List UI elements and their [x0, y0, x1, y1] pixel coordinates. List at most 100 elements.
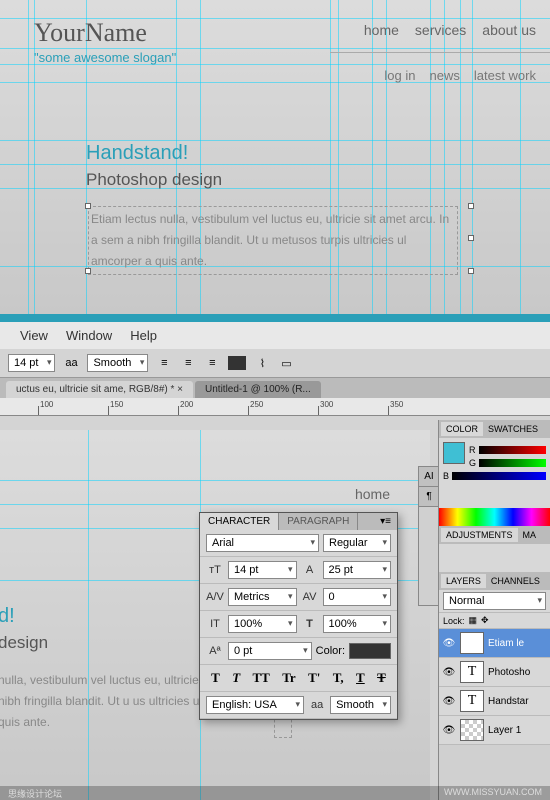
- color-panel: R G B: [439, 438, 550, 508]
- aa-icon: aa: [308, 699, 326, 711]
- strikethrough[interactable]: Ŧ: [377, 670, 386, 686]
- nav-home-2[interactable]: home: [355, 486, 390, 502]
- visibility-icon[interactable]: 👁: [442, 725, 456, 736]
- watermark-footer: 思缘设计论坛 WWW.MISSYUAN.COM: [0, 786, 550, 800]
- align-center-icon[interactable]: ≡: [180, 355, 196, 371]
- tab-masks[interactable]: MA: [518, 528, 542, 542]
- font-weight-dropdown[interactable]: Regular: [323, 534, 391, 552]
- layer-name[interactable]: Photosho: [488, 667, 530, 678]
- nav-about[interactable]: about us: [482, 22, 536, 38]
- visibility-icon[interactable]: 👁: [442, 696, 456, 707]
- layer-thumb: T: [460, 632, 484, 654]
- nav-services[interactable]: services: [415, 22, 466, 38]
- blend-mode-dropdown[interactable]: Normal: [443, 592, 546, 610]
- lock-pixels-icon[interactable]: ▦: [469, 615, 478, 626]
- subscript[interactable]: T,: [333, 670, 344, 686]
- options-bar: 14 pt aa Smooth ≡ ≡ ≡ ⌇ ▭: [0, 349, 550, 378]
- doc-tab-untitled[interactable]: Untitled-1 @ 100% (R...: [195, 381, 321, 398]
- layer-name[interactable]: Etiam le: [488, 638, 524, 649]
- document-tabs: uctus eu, ultricie sit ame, RGB/8#) * × …: [0, 378, 550, 398]
- panel-toggle-icon[interactable]: ▭: [278, 355, 294, 371]
- faux-italic[interactable]: T: [232, 670, 240, 686]
- g-label: G: [469, 458, 476, 468]
- g-slider[interactable]: [479, 459, 546, 467]
- align-right-icon[interactable]: ≡: [204, 355, 220, 371]
- baseline-field[interactable]: 0 pt: [228, 642, 312, 660]
- b-slider[interactable]: [452, 472, 546, 480]
- layer-etiam[interactable]: 👁 T Etiam le: [439, 629, 550, 658]
- all-caps[interactable]: TT: [253, 670, 270, 686]
- tab-adjustments[interactable]: ADJUSTMENTS: [441, 528, 518, 542]
- font-family-dropdown[interactable]: Arial: [206, 534, 319, 552]
- layer-handstand[interactable]: 👁 T Handstar: [439, 687, 550, 716]
- vscale-field[interactable]: 100%: [228, 615, 297, 633]
- headline-2: d!: [0, 605, 15, 628]
- visibility-icon[interactable]: 👁: [442, 638, 456, 649]
- leading-icon: A͏: [301, 564, 319, 576]
- character-panel[interactable]: CHARACTER PARAGRAPH ▾≡ Arial Regular тT …: [199, 512, 398, 720]
- tab-paragraph[interactable]: PARAGRAPH: [279, 513, 358, 530]
- dock-icon-ai[interactable]: AI: [419, 467, 439, 487]
- tab-color[interactable]: COLOR: [441, 422, 483, 436]
- kerning-field[interactable]: Metrics: [228, 588, 297, 606]
- warp-text-icon[interactable]: ⌇: [254, 355, 270, 371]
- color-spectrum[interactable]: [439, 508, 550, 526]
- ruler-horizontal[interactable]: 100 150 200 250 300 350: [0, 398, 550, 416]
- language-dropdown[interactable]: English: USA: [206, 696, 304, 714]
- tab-character[interactable]: CHARACTER: [200, 513, 279, 530]
- font-size-field[interactable]: 14 pt: [228, 561, 297, 579]
- nav-latest[interactable]: latest work: [474, 68, 536, 83]
- hscale-field[interactable]: 100%: [323, 615, 392, 633]
- leading-field[interactable]: 25 pt: [323, 561, 392, 579]
- faux-bold[interactable]: T: [211, 670, 220, 686]
- foreground-swatch[interactable]: [443, 442, 465, 464]
- small-caps[interactable]: Tr: [282, 670, 295, 686]
- vscale-icon: IT: [206, 618, 224, 630]
- panel-menu-icon[interactable]: ▾≡: [374, 513, 397, 530]
- nav-login[interactable]: log in: [384, 68, 415, 83]
- underline[interactable]: T: [356, 670, 365, 686]
- layers-panel: Normal Lock:▦✥ 👁TEtiam le 👁TPhotosho 👁TH…: [439, 590, 550, 745]
- layer-1[interactable]: 👁 Layer 1: [439, 716, 550, 745]
- tab-channels[interactable]: CHANNELS: [486, 574, 545, 588]
- menu-help[interactable]: Help: [130, 328, 157, 343]
- text-color-swatch[interactable]: [349, 643, 391, 659]
- body-text-box[interactable]: Etiam lectus nulla, vestibulum vel luctu…: [88, 206, 458, 275]
- headline-text: Handstand!: [86, 142, 188, 165]
- selection-handle[interactable]: [85, 268, 91, 274]
- align-left-icon[interactable]: ≡: [156, 355, 172, 371]
- kerning-icon: A/V: [206, 591, 224, 603]
- layer-thumb: T: [460, 690, 484, 712]
- doc-tab-active[interactable]: uctus eu, ultricie sit ame, RGB/8#) * ×: [6, 381, 193, 398]
- adjustments-panel: [439, 544, 550, 572]
- lock-position-icon[interactable]: ✥: [481, 615, 489, 626]
- superscript[interactable]: T': [308, 670, 320, 686]
- tracking-field[interactable]: 0: [323, 588, 392, 606]
- nav-news[interactable]: news: [430, 68, 460, 83]
- layer-name[interactable]: Layer 1: [488, 725, 521, 736]
- text-color-swatch[interactable]: [228, 356, 246, 370]
- selection-handle[interactable]: [468, 203, 474, 209]
- primary-nav: home services about us: [364, 22, 536, 38]
- aa-label: aa: [63, 355, 79, 371]
- menu-bar: View Window Help: [0, 322, 550, 349]
- menu-view[interactable]: View: [20, 328, 48, 343]
- collapsed-panel-dock[interactable]: AI ¶: [418, 466, 440, 606]
- dock-icon-paragraph[interactable]: ¶: [419, 487, 439, 507]
- visibility-icon[interactable]: 👁: [442, 667, 456, 678]
- selection-handle[interactable]: [468, 268, 474, 274]
- aa-mode-dropdown[interactable]: Smooth: [330, 696, 391, 714]
- aa-dropdown[interactable]: Smooth: [87, 354, 148, 372]
- selection-handle[interactable]: [85, 203, 91, 209]
- layer-name[interactable]: Handstar: [488, 696, 529, 707]
- selection-handle[interactable]: [468, 235, 474, 241]
- tab-swatches[interactable]: SWATCHES: [483, 422, 543, 436]
- nav-home[interactable]: home: [364, 22, 399, 38]
- hscale-icon: T: [301, 618, 319, 630]
- font-size-dropdown[interactable]: 14 pt: [8, 354, 55, 372]
- r-slider[interactable]: [479, 446, 547, 454]
- footer-right: WWW.MISSYUAN.COM: [444, 787, 542, 799]
- tab-layers[interactable]: LAYERS: [441, 574, 486, 588]
- menu-window[interactable]: Window: [66, 328, 112, 343]
- layer-photoshop[interactable]: 👁TPhotosho: [439, 658, 550, 687]
